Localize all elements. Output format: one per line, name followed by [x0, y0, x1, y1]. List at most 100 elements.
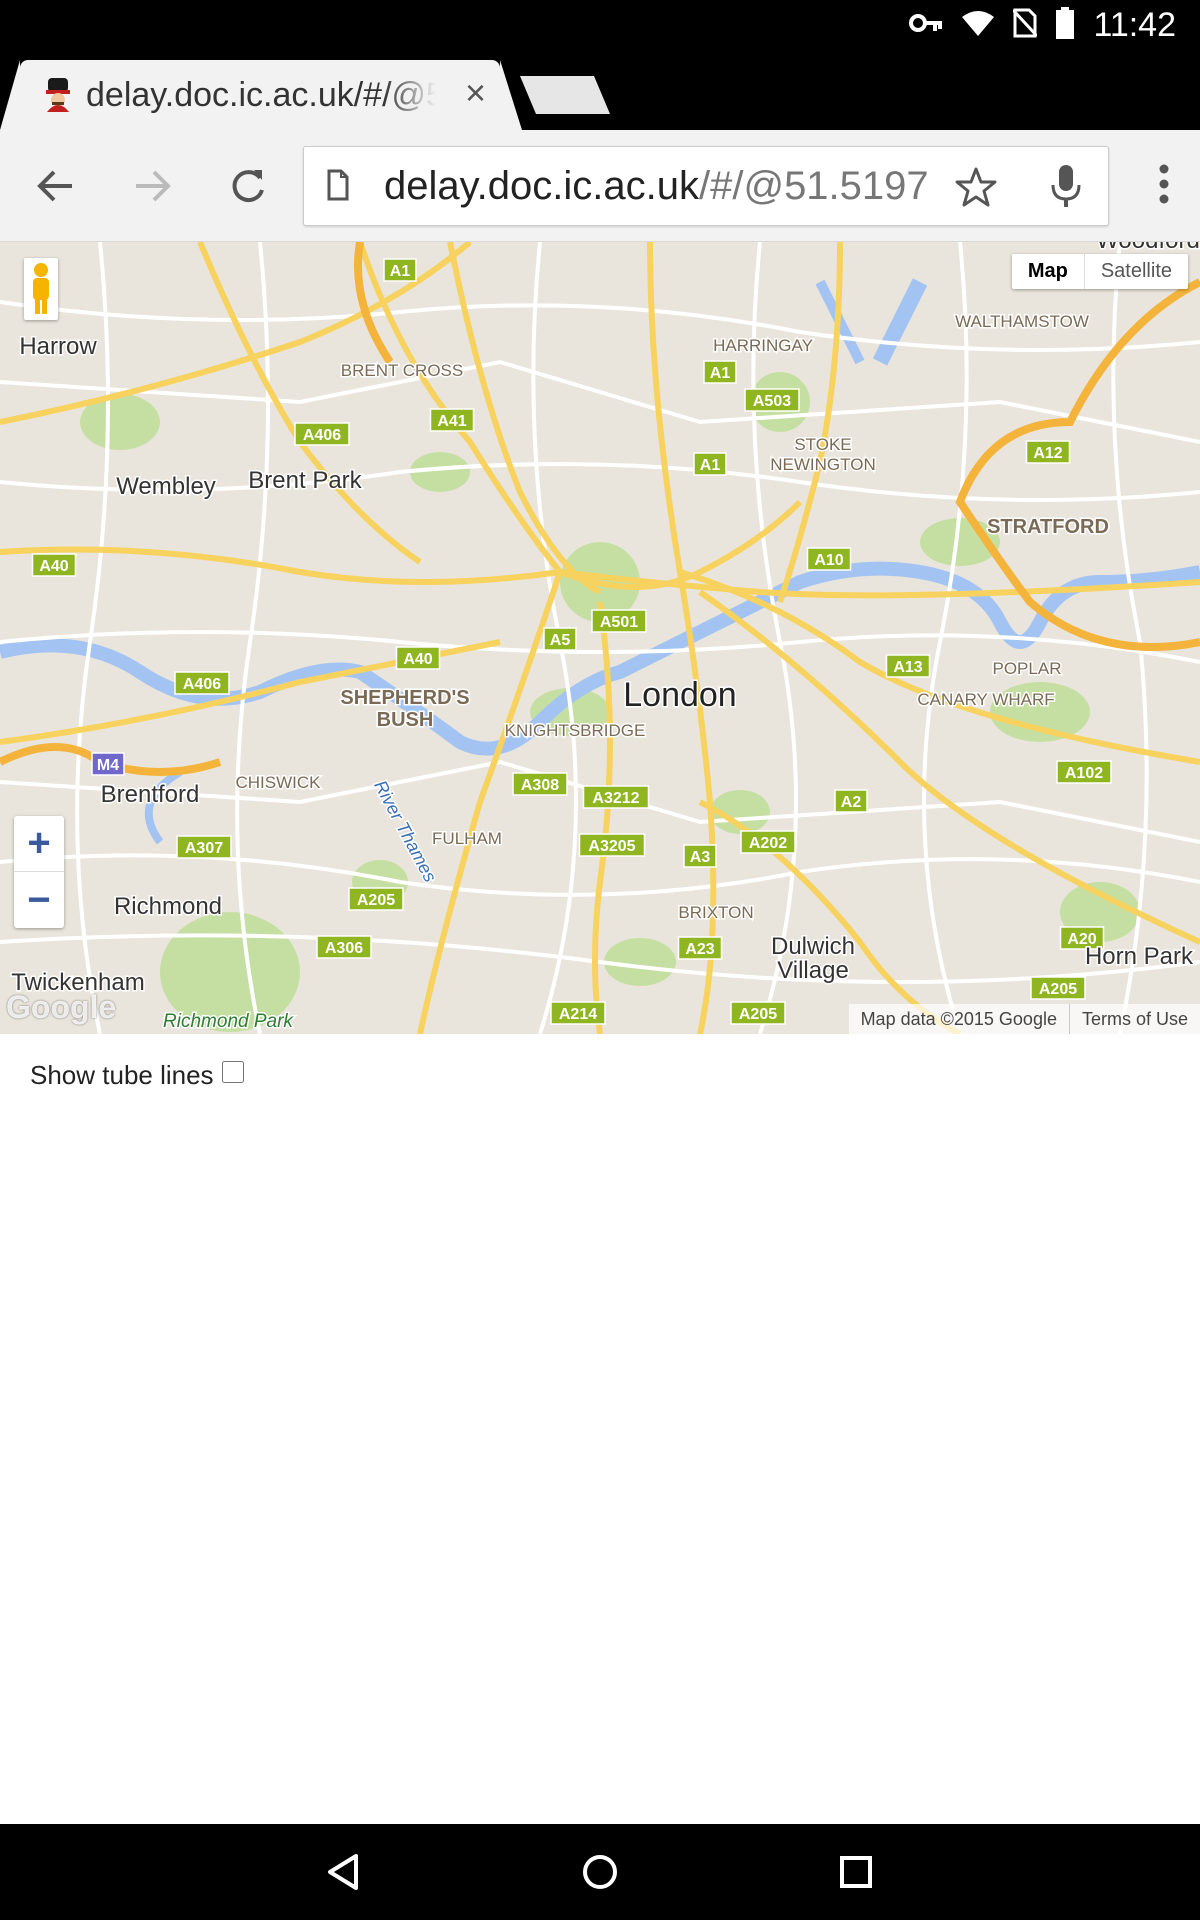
nav-recents-button[interactable]	[832, 1848, 880, 1896]
microphone-icon[interactable]	[1048, 163, 1084, 214]
place-label: STRATFORD	[987, 516, 1109, 538]
svg-text:A307: A307	[185, 840, 223, 857]
svg-text:A3: A3	[690, 849, 711, 866]
road-shield-a10: A10	[806, 547, 852, 571]
place-label: POPLAR	[993, 659, 1062, 678]
svg-text:A40: A40	[39, 558, 68, 575]
road-shield-a406: A406	[174, 671, 230, 695]
road-shield-a3: A3	[683, 844, 717, 868]
place-label: HARRINGAY	[713, 336, 813, 355]
road-shield-a3212: A3212	[582, 785, 650, 809]
more-vert-icon	[1159, 164, 1169, 204]
site-favicon-icon	[42, 78, 74, 112]
svg-text:A23: A23	[685, 941, 714, 958]
reload-button[interactable]	[218, 156, 278, 216]
map[interactable]: A1 A406 A41 A503 A1 A12 A40 A10 A5 A501 A13 A40 A406…	[0, 242, 1200, 1034]
svg-text:A5: A5	[550, 632, 571, 649]
road-shield-a102: A102	[1056, 760, 1112, 784]
place-label: Brent Park	[248, 467, 362, 494]
status-icons: 11:42	[909, 6, 1176, 44]
svg-text:M4: M4	[97, 757, 119, 774]
svg-text:A205: A205	[739, 1006, 777, 1023]
road-shield-a205: A205	[348, 887, 404, 911]
new-tab-button[interactable]	[520, 76, 610, 114]
map-type-satellite-button[interactable]: Satellite	[1085, 254, 1188, 289]
place-label: SHEPHERD'S	[340, 687, 469, 709]
place-label: Woodford	[1096, 242, 1200, 254]
page-icon	[326, 169, 350, 206]
svg-text:A406: A406	[183, 676, 221, 693]
pegman-icon	[33, 263, 49, 314]
svg-text:A1: A1	[700, 457, 721, 474]
address-bar[interactable]: delay.doc.ic.ac.uk/#/@51.5197	[303, 146, 1109, 226]
clock: 11:42	[1093, 5, 1176, 44]
road-shield-a406: A406	[294, 422, 350, 446]
status-bar: 11:42	[0, 0, 1200, 50]
tube-lines-checkbox[interactable]	[221, 1060, 244, 1083]
road-shield-a1: A1	[703, 360, 737, 384]
wifi-icon	[961, 9, 995, 42]
svg-text:A1: A1	[710, 365, 731, 382]
street-view-pegman[interactable]	[24, 258, 58, 320]
svg-text:A306: A306	[325, 940, 363, 957]
svg-text:A1: A1	[390, 263, 411, 280]
map-type-map-button[interactable]: Map	[1012, 254, 1085, 289]
bookmark-star-icon[interactable]	[954, 165, 998, 214]
place-label: Dulwich	[771, 933, 855, 960]
svg-text:A102: A102	[1065, 765, 1103, 782]
place-label: BRENT CROSS	[341, 361, 464, 380]
place-label: Wembley	[116, 473, 216, 500]
road-shield-a307: A307	[176, 835, 232, 859]
road-shield-a308: A308	[512, 772, 568, 796]
road-shield-a501: A501	[591, 609, 647, 633]
map-canvas[interactable]: A1 A406 A41 A503 A1 A12 A40 A10 A5 A501 A13 A40 A406…	[0, 242, 1200, 1034]
svg-text:A2: A2	[841, 794, 862, 811]
place-label: WALTHAMSTOW	[955, 312, 1089, 331]
svg-text:A503: A503	[753, 393, 791, 410]
minor-road	[75, 242, 110, 1034]
tube-lines-row: Show tube lines	[30, 1060, 244, 1091]
road-shield-a5: A5	[543, 627, 577, 651]
road-shield-a23: A23	[677, 936, 723, 960]
url-text[interactable]: delay.doc.ic.ac.uk/#/@51.5197	[384, 164, 954, 209]
place-label: Brentford	[101, 781, 200, 808]
place-label: London	[623, 676, 736, 714]
vpn-key-icon	[909, 11, 943, 40]
zoom-in-button[interactable]: +	[14, 816, 64, 872]
nav-back-button[interactable]	[320, 1848, 368, 1896]
road-shield-a205: A205	[730, 1001, 786, 1025]
nav-home-button[interactable]	[576, 1848, 624, 1896]
forward-button[interactable]	[122, 156, 182, 216]
zoom-out-button[interactable]: −	[14, 872, 64, 928]
road-shield-a503: A503	[744, 388, 800, 412]
road-shield-a12: A12	[1025, 440, 1071, 464]
svg-text:A12: A12	[1033, 445, 1062, 462]
terms-of-use-link[interactable]: Terms of Use	[1068, 1004, 1200, 1034]
battery-icon	[1055, 6, 1075, 44]
place-label: Horn Park	[1085, 943, 1194, 970]
road-shield-a214: A214	[550, 1001, 606, 1025]
tab-close-icon[interactable]: ×	[465, 72, 486, 114]
svg-text:A308: A308	[521, 777, 559, 794]
url-path: /#/@51.5197	[698, 164, 929, 208]
road-shield-a13: A13	[885, 654, 931, 678]
road-shield-a3205: A3205	[578, 833, 646, 857]
place-label: KNIGHTSBRIDGE	[505, 721, 646, 740]
place-label: BRIXTON	[678, 903, 753, 922]
place-label: Richmond Park	[163, 1011, 294, 1032]
svg-text:A3205: A3205	[588, 838, 635, 855]
place-label: CANARY WHARF	[917, 690, 1054, 709]
place-label: Harrow	[19, 333, 97, 360]
svg-text:A501: A501	[600, 614, 638, 631]
tab-strip: delay.doc.ic.ac.uk/#/@51.5197 ×	[0, 50, 1200, 130]
place-label: FULHAM	[432, 829, 502, 848]
tab-active[interactable]: delay.doc.ic.ac.uk/#/@51.5197 ×	[0, 60, 522, 130]
road-shield-a2: A2	[834, 789, 868, 813]
map-type-control: Map Satellite	[1011, 254, 1188, 289]
road-shield-a306: A306	[316, 935, 372, 959]
road-shield-a205: A205	[1030, 976, 1086, 1000]
back-button[interactable]	[26, 156, 86, 216]
svg-text:A202: A202	[749, 835, 787, 852]
map-data-credit: Map data ©2015 Google	[860, 1009, 1057, 1029]
menu-button[interactable]	[1158, 164, 1170, 209]
